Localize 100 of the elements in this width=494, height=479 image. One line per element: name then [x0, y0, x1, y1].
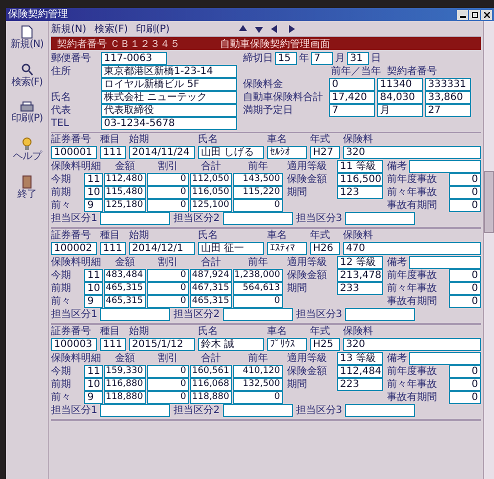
- text-field[interactable]: [222, 212, 293, 225]
- table-cell[interactable]: 0: [146, 365, 190, 378]
- text-field[interactable]: 0: [449, 186, 481, 199]
- table-cell[interactable]: 465,315: [104, 295, 146, 308]
- text-field[interactable]: 123: [337, 186, 383, 199]
- text-field[interactable]: [345, 404, 416, 417]
- text-field[interactable]: 100003: [51, 338, 97, 351]
- text-field[interactable]: [100, 308, 170, 321]
- table-cell[interactable]: 143,500: [233, 173, 283, 186]
- text-field[interactable]: 223: [337, 378, 383, 391]
- month-field[interactable]: 9: [84, 391, 103, 404]
- day-field[interactable]: 31: [347, 52, 369, 65]
- table-cell[interactable]: 0: [146, 391, 190, 404]
- table-cell[interactable]: 465,315: [190, 295, 232, 308]
- text-field[interactable]: 03-1234-5678: [101, 117, 237, 130]
- month-field[interactable]: 11: [84, 173, 103, 186]
- text-field[interactable]: [345, 308, 416, 321]
- month-field[interactable]: 10: [84, 186, 103, 199]
- table-cell[interactable]: 0: [146, 295, 190, 308]
- table-cell[interactable]: 0: [233, 199, 283, 212]
- text-field[interactable]: 0: [449, 378, 481, 391]
- text-field[interactable]: 111: [100, 146, 126, 159]
- text-field[interactable]: 0: [449, 295, 481, 308]
- text-field[interactable]: [222, 404, 293, 417]
- text-field[interactable]: 2015/1/12: [129, 338, 195, 351]
- close-button[interactable]: [481, 10, 492, 20]
- month-field[interactable]: 9: [84, 199, 103, 212]
- table-cell[interactable]: 112,050: [190, 173, 232, 186]
- text-field[interactable]: 111: [100, 242, 126, 255]
- table-cell[interactable]: 118,880: [190, 391, 232, 404]
- text-field[interactable]: 333331: [425, 78, 471, 91]
- month-field[interactable]: 9: [84, 295, 103, 308]
- table-cell[interactable]: 487,924: [190, 269, 232, 282]
- text-field[interactable]: H27: [310, 146, 340, 159]
- text-field[interactable]: 13 等級: [337, 352, 383, 365]
- table-cell[interactable]: 125,180: [104, 199, 146, 212]
- text-field[interactable]: 470: [343, 242, 481, 255]
- menu-item[interactable]: 新規(N): [51, 22, 86, 36]
- text-field[interactable]: 2014/11/24: [129, 146, 195, 159]
- text-field[interactable]: 11340: [377, 78, 423, 91]
- month-field[interactable]: 10: [84, 282, 103, 295]
- table-cell[interactable]: 0: [146, 173, 190, 186]
- text-field[interactable]: 0: [449, 199, 481, 212]
- text-field[interactable]: 0: [449, 391, 481, 404]
- text-field[interactable]: 0: [449, 269, 481, 282]
- table-cell[interactable]: 0: [146, 199, 190, 212]
- text-field[interactable]: [345, 212, 416, 225]
- table-cell[interactable]: 0: [233, 295, 283, 308]
- arrow-up-icon[interactable]: [238, 24, 248, 34]
- text-field[interactable]: ｾﾙｼｵ: [267, 146, 307, 159]
- text-field[interactable]: 2014/12/1: [129, 242, 195, 255]
- text-field[interactable]: 33,860: [425, 91, 471, 104]
- arrow-left-icon[interactable]: [270, 24, 280, 34]
- table-cell[interactable]: 0: [146, 269, 190, 282]
- table-cell[interactable]: 115,480: [104, 186, 146, 199]
- text-field[interactable]: 112,484: [337, 365, 383, 378]
- text-field[interactable]: 0: [449, 365, 481, 378]
- text-field[interactable]: [100, 404, 170, 417]
- maximize-button[interactable]: [469, 10, 480, 20]
- text-field[interactable]: 山田 征一: [198, 242, 264, 255]
- text-field[interactable]: 鈴木 誠: [198, 338, 264, 351]
- text-field[interactable]: 0: [329, 78, 375, 91]
- year-field[interactable]: 15: [275, 52, 297, 65]
- text-field[interactable]: ﾌﾟﾘｳｽ: [267, 338, 307, 351]
- sidebar-item[interactable]: 印刷(P): [11, 101, 43, 125]
- text-field[interactable]: 山田 しげる: [198, 146, 264, 159]
- remarks-field[interactable]: [409, 256, 481, 269]
- remarks-field[interactable]: [409, 352, 481, 365]
- month-field[interactable]: 11: [84, 269, 103, 282]
- text-field[interactable]: ｴｽﾃｨﾏ: [267, 242, 307, 255]
- text-field[interactable]: 213,478: [337, 269, 383, 282]
- text-field[interactable]: 100002: [51, 242, 97, 255]
- text-field[interactable]: H26: [310, 242, 340, 255]
- table-cell[interactable]: 465,315: [104, 282, 146, 295]
- table-cell[interactable]: 1,238,000: [233, 269, 283, 282]
- table-cell[interactable]: 118,880: [104, 391, 146, 404]
- text-field[interactable]: 27: [425, 104, 471, 117]
- table-cell[interactable]: 483,484: [104, 269, 146, 282]
- sidebar-item[interactable]: 新規(N): [10, 25, 44, 51]
- text-field[interactable]: 111: [100, 338, 126, 351]
- text-field[interactable]: 116,500: [337, 173, 383, 186]
- table-cell[interactable]: 125,100: [190, 199, 232, 212]
- text-field[interactable]: 100001: [51, 146, 97, 159]
- text-field[interactable]: 0: [449, 282, 481, 295]
- month-field[interactable]: 11: [84, 365, 103, 378]
- text-field[interactable]: 320: [343, 338, 481, 351]
- text-field[interactable]: 17,420: [329, 91, 375, 104]
- table-cell[interactable]: 115,220: [233, 186, 283, 199]
- text-field[interactable]: 株式会社 ニューテック: [101, 91, 237, 104]
- text-field[interactable]: 84,030: [377, 91, 423, 104]
- table-cell[interactable]: 116,068: [190, 378, 232, 391]
- sidebar-item[interactable]: ヘルプ: [12, 137, 42, 163]
- sidebar-item[interactable]: 検索(F): [11, 63, 43, 89]
- text-field[interactable]: [100, 212, 170, 225]
- menu-item[interactable]: 印刷(P): [136, 22, 170, 36]
- table-cell[interactable]: 564,613: [233, 282, 283, 295]
- table-cell[interactable]: 116,050: [190, 186, 232, 199]
- text-field[interactable]: 320: [343, 146, 481, 159]
- text-field[interactable]: 0: [449, 173, 481, 186]
- table-cell[interactable]: 410,120: [233, 365, 283, 378]
